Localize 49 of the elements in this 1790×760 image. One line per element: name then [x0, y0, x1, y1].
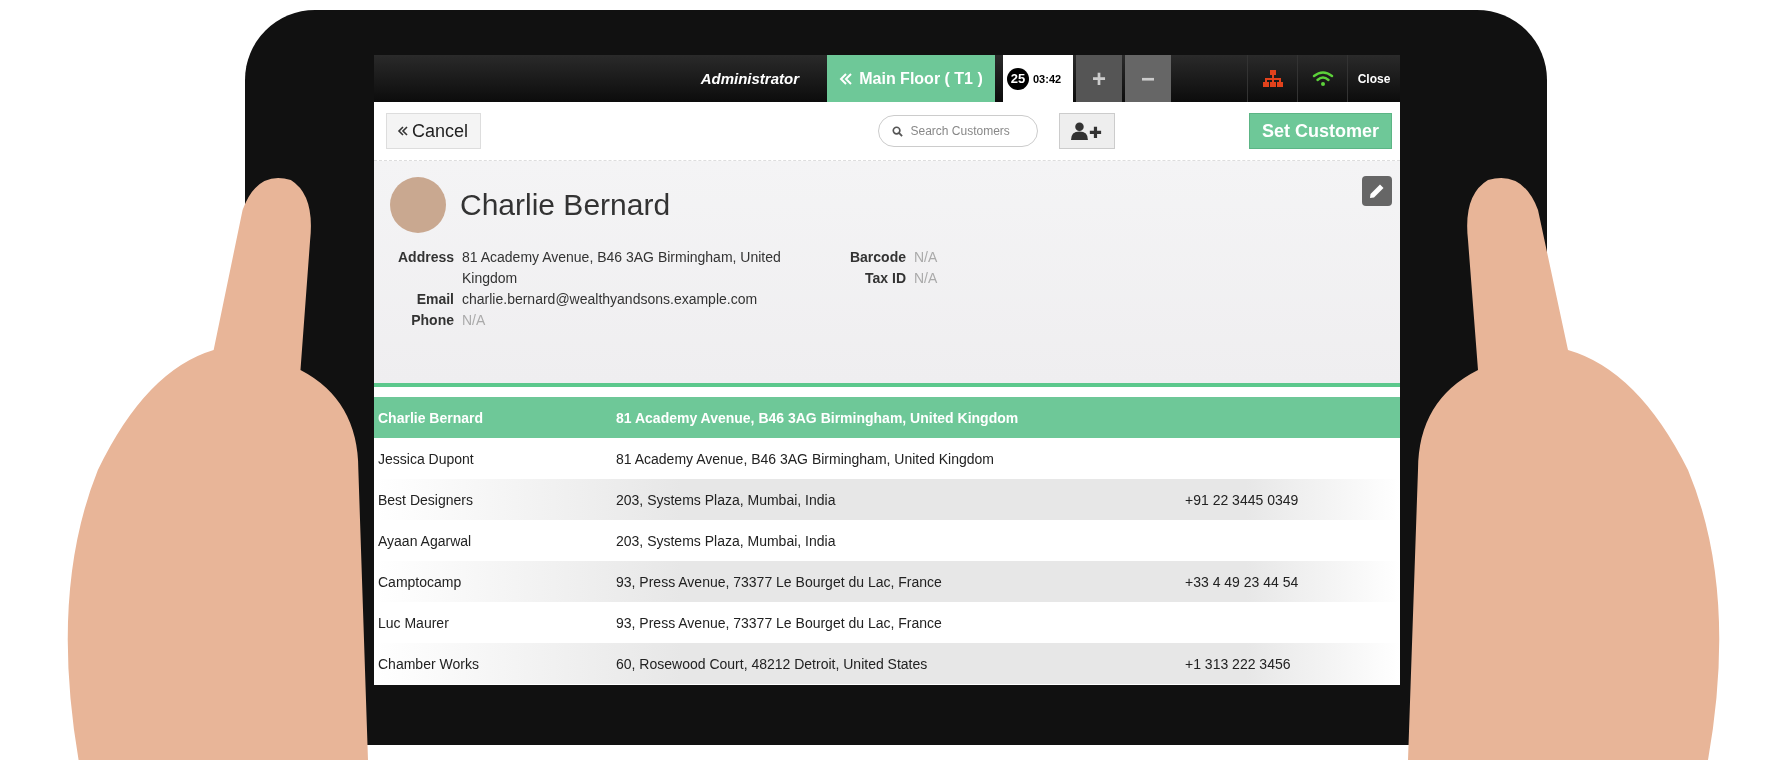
address-cell: 93, Press Avenue, 73377 Le Bourget du Lac, France — [616, 614, 942, 631]
customer-name-cell: Ayaan Agarwal — [378, 532, 472, 549]
add-person-icon — [1070, 121, 1103, 141]
customer-name-cell: Luc Maurer — [378, 614, 449, 631]
remove-order-button[interactable]: − — [1125, 55, 1171, 102]
add-customer-button[interactable] — [1058, 113, 1115, 149]
wifi-icon — [1311, 70, 1334, 87]
phone-cell: +33 4 49 23 44 54 — [1185, 573, 1299, 590]
customer-name-cell: Jessica Dupont — [378, 450, 474, 467]
search-icon — [891, 126, 903, 137]
order-time: 03:42 — [1033, 72, 1062, 85]
address-cell: 93, Press Avenue, 73377 Le Bourget du Lac, France — [616, 573, 942, 590]
double-chevron-icon — [397, 126, 409, 136]
customer-row[interactable]: Ayaan Agarwal 203, Systems Plaza, Mumbai, India — [374, 520, 1400, 561]
field-value: N/A — [914, 248, 938, 267]
field-label: Tax ID — [864, 269, 906, 288]
avatar-placeholder — [390, 177, 446, 233]
user-name: Administrator — [700, 70, 799, 87]
field-value: N/A — [462, 311, 486, 330]
field-label: Address — [396, 248, 454, 267]
double-chevron-icon — [839, 72, 854, 85]
field-value: charlie.bernard@wealthyandsons.example.com — [462, 290, 758, 309]
edit-button[interactable] — [1362, 176, 1392, 206]
search-field[interactable]: Search Customers — [877, 115, 1038, 147]
address-cell: 203, Systems Plaza, Mumbai, India — [616, 532, 836, 549]
address-cell: 203, Systems Plaza, Mumbai, India — [616, 491, 836, 508]
address-cell: 81 Academy Avenue, B46 3AG Birmingham, United Kingdom — [616, 409, 1019, 426]
customer-name-cell: Chamber Works — [378, 655, 479, 672]
field-label: Email — [415, 290, 454, 309]
network-icon — [1262, 69, 1283, 88]
field-value: N/A — [914, 269, 938, 288]
order-number-badge: 25 — [1007, 67, 1029, 90]
close-button[interactable]: Close — [1347, 55, 1400, 102]
customer-name: Charlie Bernard — [460, 188, 671, 222]
address-cell: 60, Rosewood Court, 48212 Detroit, United States — [616, 655, 928, 672]
phone-cell: +1 313 222 3456 — [1185, 655, 1291, 672]
field-label: Barcode — [848, 248, 906, 267]
customer-name-cell: Charlie Bernard — [378, 409, 484, 426]
customer-row[interactable]: Luc Maurer 93, Press Avenue, 73377 Le Bourget du Lac, France — [374, 602, 1400, 643]
pencil-icon — [1369, 183, 1385, 199]
address-cell: 81 Academy Avenue, B46 3AG Birmingham, United Kingdom — [616, 450, 994, 467]
cancel-button[interactable]: Cancel — [386, 113, 482, 149]
customer-name-cell: Camptocamp — [378, 573, 462, 590]
field-label: Phone — [410, 311, 454, 330]
customer-row[interactable]: Jessica Dupont 81 Academy Avenue, B46 3AG Birmingham, United Kingdom — [374, 438, 1400, 479]
phone-cell: +91 22 3445 0349 — [1185, 491, 1299, 508]
order-tab[interactable]: 25 03:42 — [1003, 55, 1073, 102]
customer-name-cell: Best Designers — [378, 491, 473, 508]
add-order-button[interactable]: + — [1076, 55, 1122, 102]
